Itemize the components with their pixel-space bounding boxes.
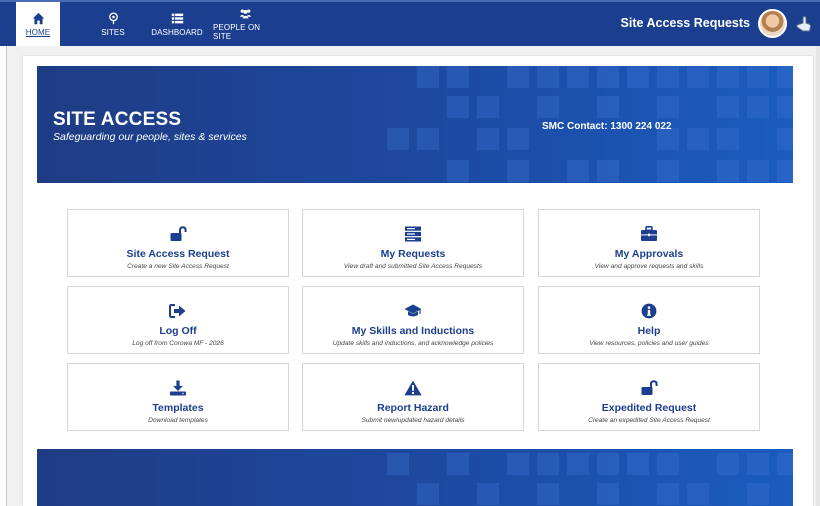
tile-title: Expedited Request [601,402,697,414]
tile-description: Create an expedited Site Access Request [588,417,710,424]
page-scrollbar[interactable] [816,46,820,506]
briefcase-icon [641,226,657,241]
top-nav-bar: HOME SITES DASHBOARD PEOPLE ON SITE Site… [0,0,820,46]
tile-title: My Requests [380,248,446,260]
tile-description: Submit new/updated hazard details [361,417,465,424]
graduation-cap-icon [404,304,422,317]
home-icon [32,12,44,24]
people-icon [239,9,251,19]
map-pin-icon [108,11,118,24]
main-content: SITE ACCESS Safeguarding our people, sit… [23,56,813,506]
banner-pattern [387,453,793,505]
tab-people-on-site-label: PEOPLE ON SITE [213,23,261,41]
sign-out-icon [169,304,186,318]
tab-dashboard[interactable]: DASHBOARD [150,2,204,46]
tile-title: Help [637,325,661,337]
tile-title: Site Access Request [126,248,230,260]
warning-icon [404,380,422,396]
site-access-request-tile[interactable]: Site Access Request Create a new Site Ac… [67,209,289,277]
tile-title: Report Hazard [377,402,449,414]
hand-pointer-icon[interactable] [794,14,814,34]
tile-description: View resources, policies and user guides [589,340,709,347]
tab-people-on-site[interactable]: PEOPLE ON SITE [213,2,277,46]
tile-description: Log off from Corowa MF - 2026 [132,340,224,347]
my-skills-inductions-tile[interactable]: My Skills and Inductions Update skills a… [302,286,524,354]
unlock-icon [170,226,187,241]
info-icon [641,303,657,319]
templates-tile[interactable]: Templates Download templates [67,363,289,431]
help-tile[interactable]: Help View resources, policies and user g… [538,286,760,354]
banner-subtitle: Safeguarding our people, sites & service… [53,131,247,143]
footer-banner [37,449,793,506]
tab-home-label: HOME [25,27,51,37]
tab-home[interactable]: HOME [16,2,60,46]
server-icon [405,226,421,242]
my-approvals-tile[interactable]: My Approvals View and approve requests a… [538,209,760,277]
tab-dashboard-label: DASHBOARD [151,27,203,37]
tab-sites[interactable]: SITES [98,2,128,46]
tab-sites-label: SITES [101,27,125,37]
expedited-request-tile[interactable]: Expedited Request Create an expedited Si… [538,363,760,431]
tile-title: Templates [152,402,204,414]
avatar[interactable] [758,9,787,38]
list-icon [171,13,183,23]
tile-title: My Skills and Inductions [351,325,475,337]
tile-description: View and approve requests and skills [594,263,704,270]
page-frame: SITE ACCESS Safeguarding our people, sit… [6,46,820,506]
download-icon [170,380,186,396]
report-hazard-tile[interactable]: Report Hazard Submit new/updated hazard … [302,363,524,431]
tile-title: Log Off [159,325,197,337]
tile-title: My Approvals [614,248,684,260]
site-access-banner: SITE ACCESS Safeguarding our people, sit… [37,66,793,183]
tile-description: Update skills and inductions, and acknow… [332,340,494,347]
app-title: Site Access Requests [620,16,750,30]
banner-title: SITE ACCESS [53,109,182,130]
smc-contact: SMC Contact: 1300 224 022 [542,121,672,132]
unlock-icon [641,380,658,395]
tile-description: Download templates [148,417,208,424]
tile-description: View draft and submitted Site Access Req… [343,263,483,270]
my-requests-tile[interactable]: My Requests View draft and submitted Sit… [302,209,524,277]
tile-description: Create a new Site Access Request [127,263,229,270]
log-off-tile[interactable]: Log Off Log off from Corowa MF - 2026 [67,286,289,354]
